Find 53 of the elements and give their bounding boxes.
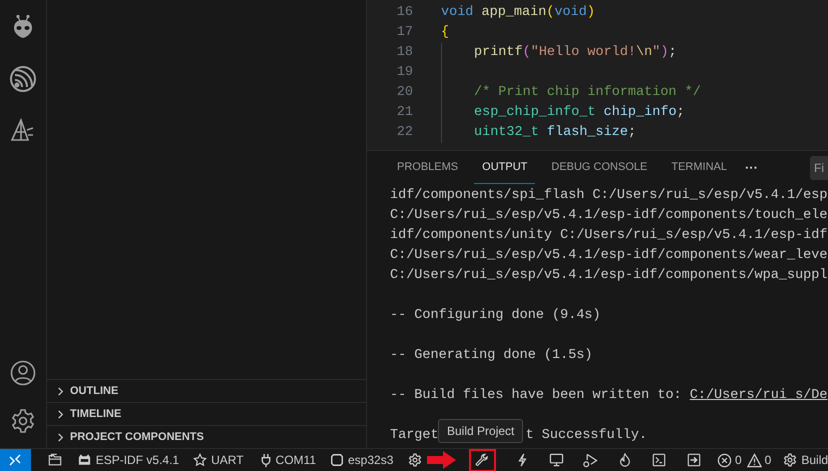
pointer-arrow-icon <box>427 451 456 469</box>
warning-icon[interactable] <box>746 452 762 468</box>
octagon-icon <box>330 453 344 467</box>
output-text: t Successfully. <box>526 427 648 445</box>
status-item[interactable]: Build <box>783 448 828 471</box>
line-number: 20 <box>396 84 413 102</box>
settings-icon <box>783 453 798 467</box>
output-line: idf/components/unity C:/Users/rui_s/esp/v5.4.1/esp-idf <box>390 227 828 245</box>
output-line: C:/Users/rui_s/esp/v5.4.1/esp-idf/components/touch_ele <box>390 207 828 225</box>
code-line: uint32_t flash_size; <box>474 124 636 142</box>
output-line: idf/components/spi_flash C:/Users/rui_s/esp/v5.4.1/esp <box>390 187 828 205</box>
remote-button[interactable] <box>0 448 31 471</box>
warning-count[interactable]: 0 <box>764 451 772 469</box>
remote-icon <box>9 454 22 466</box>
panel-tab[interactable]: DEBUG CONSOLE <box>543 151 656 184</box>
signal-waves-icon[interactable] <box>8 64 38 94</box>
status-item[interactable]: COM11 <box>260 448 316 471</box>
code-line: /* Print chip information */ <box>474 84 701 102</box>
filter-field[interactable]: Fi <box>810 156 828 180</box>
account-icon[interactable] <box>8 358 38 388</box>
star-icon <box>193 453 208 467</box>
section-header[interactable]: OUTLINE <box>47 379 366 402</box>
output-line: -- Generating done (1.5s) <box>390 347 593 365</box>
tooltip: Build Project <box>438 419 524 443</box>
line-number: 22 <box>396 124 413 142</box>
code-line: esp_chip_info_t chip_info; <box>474 104 685 122</box>
output-line: C:/Users/rui_s/esp/v5.4.1/esp-idf/components/wpa_suppl <box>390 267 828 285</box>
robot-head-icon <box>76 453 92 467</box>
wrench-icon[interactable] <box>468 448 496 471</box>
line-number: 19 <box>396 64 413 82</box>
code-line: printf("Hello world!\n"); <box>474 44 677 62</box>
line-number: 18 <box>396 44 413 62</box>
line-number: 21 <box>396 104 413 122</box>
panel-tab[interactable]: PROBLEMS <box>389 151 466 184</box>
line-number: 16 <box>396 4 413 22</box>
plug-icon <box>260 452 272 468</box>
code-line: void app_main(void) <box>441 4 595 22</box>
more-actions-button[interactable]: ··· <box>744 158 758 178</box>
code-line: { <box>441 24 450 42</box>
status-item[interactable]: UART <box>193 448 244 471</box>
output-line: -- Configuring done (9.4s) <box>390 307 601 325</box>
output-text: -- Build files have been written to: <box>390 387 683 405</box>
status-item[interactable]: esp32s3 <box>330 448 394 471</box>
error-icon[interactable] <box>716 452 732 468</box>
status-item[interactable]: ESP-IDF v5.4.1 <box>76 448 180 471</box>
section-header[interactable]: TIMELINE <box>47 402 366 425</box>
panel-tab[interactable]: TERMINAL <box>663 151 735 184</box>
panel-tab[interactable]: OUTPUT <box>474 151 536 184</box>
output-text: Target <box>390 427 439 445</box>
line-number: 17 <box>396 24 413 42</box>
file-link[interactable]: C:/Users/rui_s/De <box>690 386 828 406</box>
error-count[interactable]: 0 <box>734 451 742 469</box>
output-line: C:/Users/rui_s/esp/v5.4.1/esp-idf/components/wear_leve <box>390 247 828 265</box>
